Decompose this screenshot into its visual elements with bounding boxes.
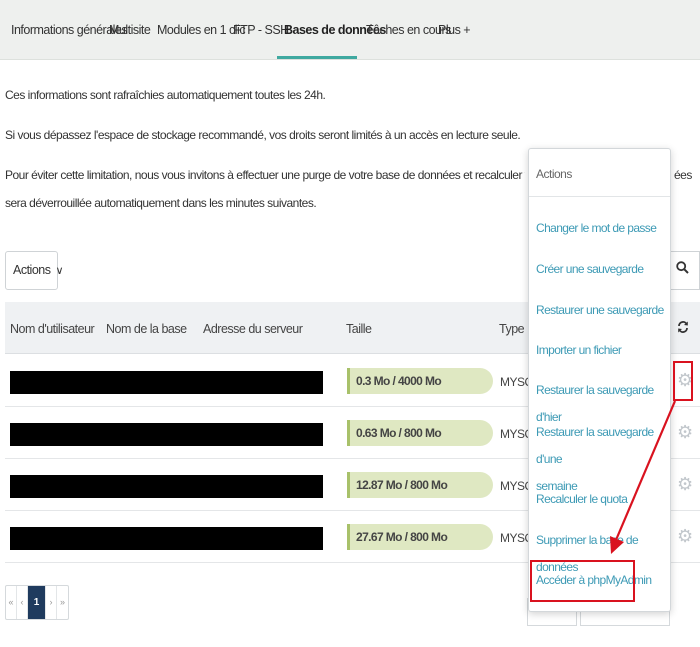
annotation-arrow [610,400,677,554]
